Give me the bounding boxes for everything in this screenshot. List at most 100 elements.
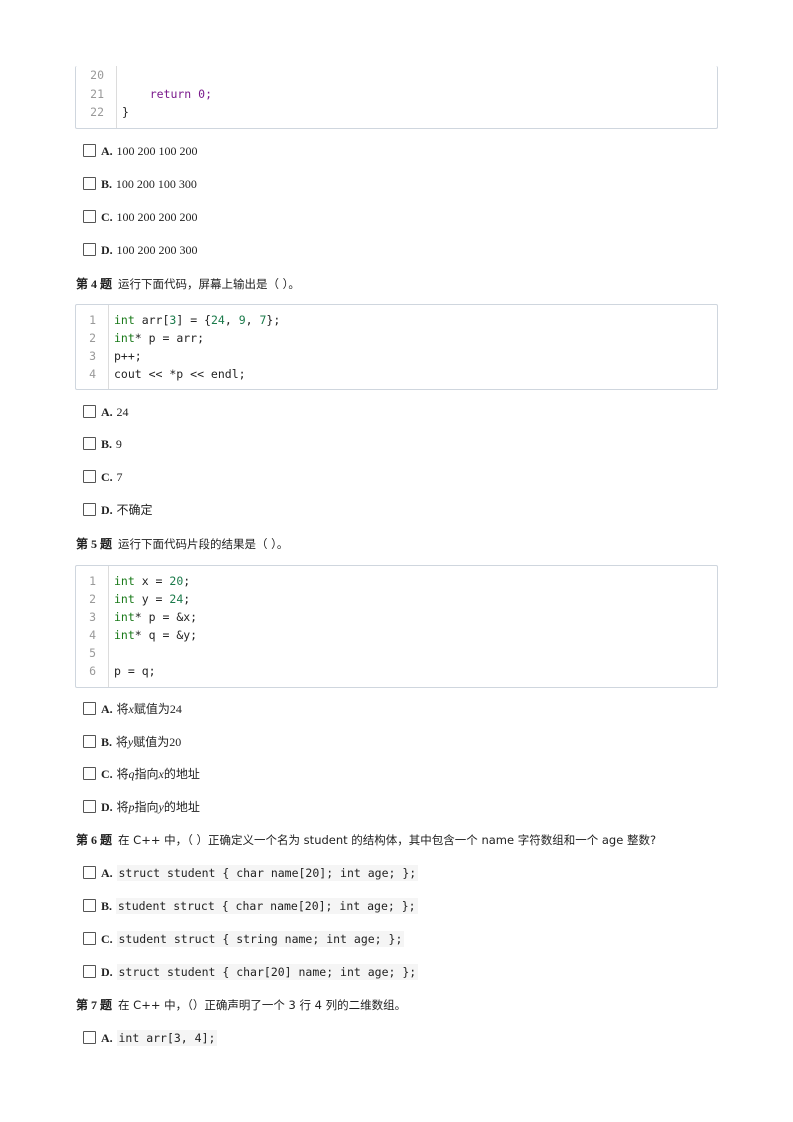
code-line: 20 (76, 66, 717, 84)
code-text: return 0; (122, 85, 212, 103)
option-label: C. (101, 767, 113, 781)
question-5: 第 5 题运行下面代码片段的结果是（ ）。 (76, 535, 288, 553)
option-q4-b[interactable]: B. 9 (83, 436, 122, 452)
option-label: C. (101, 470, 113, 484)
checkbox[interactable] (83, 767, 96, 780)
option-code: int arr[3, 4]; (116, 1030, 218, 1046)
option-label: B. (101, 177, 113, 191)
option-text: 7 (116, 470, 123, 484)
option-q4-d[interactable]: D. 不确定 (83, 502, 153, 518)
code-line: 4 int* q = &y; (76, 626, 717, 644)
checkbox[interactable] (83, 735, 96, 748)
checkbox[interactable] (83, 899, 96, 912)
code-line: 22 } (76, 103, 717, 121)
code-line: 1 int x = 20; (76, 572, 717, 590)
option-label: A. (101, 1031, 113, 1045)
code-line: 3 p++; (76, 347, 717, 365)
option-label: B. (101, 735, 113, 749)
option-q3-b[interactable]: B. 100 200 100 300 (83, 176, 197, 192)
option-q6-a[interactable]: A. struct student { char name[20]; int a… (83, 865, 419, 881)
option-q6-c[interactable]: C. student struct { string name; int age… (83, 931, 405, 947)
option-label: B. (101, 899, 113, 913)
code-line: 21 return 0; (76, 85, 717, 103)
line-number: 1 (89, 574, 96, 588)
option-text: 将q指向x的地址 (116, 767, 200, 781)
checkbox[interactable] (83, 800, 96, 813)
option-q4-c[interactable]: C. 7 (83, 469, 123, 485)
option-text: 9 (115, 437, 122, 451)
option-code: student struct { char name[20]; int age;… (115, 898, 418, 914)
question-6: 第 6 题在 C++ 中，（ ）正确定义一个名为 student 的结构体，其中… (76, 831, 656, 849)
code-line: 2 int y = 24; (76, 590, 717, 608)
code-text: int* p = arr; (114, 331, 205, 345)
line-number: 5 (89, 646, 96, 660)
line-number: 20 (90, 68, 104, 82)
code-line: 4 cout << *p << endl; (76, 365, 717, 383)
option-text: 100 200 100 300 (115, 177, 197, 191)
option-q5-b[interactable]: B. 将y赋值为20 (83, 734, 181, 750)
option-q4-a[interactable]: A. 24 (83, 404, 129, 420)
code-block-q4: 1 int arr[3] = {24, 9, 7}; 2 int* p = arr;… (75, 304, 718, 390)
question-4: 第 4 题运行下面代码，屏幕上输出是（ ）。 (76, 275, 300, 293)
checkbox[interactable] (83, 866, 96, 879)
checkbox[interactable] (83, 503, 96, 516)
option-label: C. (101, 932, 113, 946)
question-text: 在 C++ 中，（）正确声明了一个 3 行 4 列的二维数组。 (118, 998, 407, 1012)
question-number: 第 5 题 (76, 537, 113, 551)
checkbox[interactable] (83, 702, 96, 715)
code-line: 1 int arr[3] = {24, 9, 7}; (76, 311, 717, 329)
checkbox[interactable] (83, 470, 96, 483)
option-code: struct student { char name[20]; int age;… (116, 865, 419, 881)
code-text: cout << *p << endl; (114, 367, 246, 381)
question-text: 运行下面代码，屏幕上输出是（ ）。 (118, 277, 300, 291)
code-block-q3-tail: 20 21 return 0; 22 } (75, 66, 718, 129)
checkbox[interactable] (83, 932, 96, 945)
code-text-content: return 0; (122, 87, 213, 101)
option-text: 24 (116, 405, 129, 419)
checkbox[interactable] (83, 965, 96, 978)
code-text: p++; (114, 349, 142, 363)
question-number: 第 4 题 (76, 277, 113, 291)
option-q6-b[interactable]: B. student struct { char name[20]; int a… (83, 898, 418, 914)
option-q7-a[interactable]: A. int arr[3, 4]; (83, 1030, 218, 1046)
option-q6-d[interactable]: D. struct student { char[20] name; int a… (83, 964, 419, 980)
checkbox[interactable] (83, 243, 96, 256)
line-number: 3 (89, 349, 96, 363)
checkbox[interactable] (83, 405, 96, 418)
code-text: p = q; (114, 664, 156, 678)
code-block-q5: 1 int x = 20; 2 int y = 24; 3 int* p = &x; … (75, 565, 718, 688)
option-q3-c[interactable]: C. 100 200 200 200 (83, 209, 198, 225)
option-label: A. (101, 144, 113, 158)
option-q3-a[interactable]: A. 100 200 100 200 (83, 143, 198, 159)
question-number: 第 6 题 (76, 833, 113, 847)
option-text: 100 200 200 300 (116, 243, 198, 257)
question-7: 第 7 题在 C++ 中，（）正确声明了一个 3 行 4 列的二维数组。 (76, 996, 406, 1014)
question-text: 运行下面代码片段的结果是（ ）。 (118, 537, 289, 551)
option-label: D. (101, 503, 113, 517)
line-number: 2 (89, 331, 96, 345)
option-q5-d[interactable]: D. 将p指向y的地址 (83, 799, 200, 815)
checkbox[interactable] (83, 437, 96, 450)
option-code: student struct { string name; int age; }… (116, 931, 405, 947)
option-text: 100 200 200 200 (116, 210, 198, 224)
checkbox[interactable] (83, 210, 96, 223)
line-number: 4 (89, 367, 96, 381)
checkbox[interactable] (83, 1031, 96, 1044)
option-text: 将y赋值为20 (115, 735, 182, 749)
option-label: A. (101, 702, 113, 716)
option-q5-a[interactable]: A. 将x赋值为24 (83, 701, 182, 717)
checkbox[interactable] (83, 144, 96, 157)
checkbox[interactable] (83, 177, 96, 190)
line-number: 4 (89, 628, 96, 642)
option-text: 不确定 (116, 503, 153, 517)
code-text: } (122, 105, 129, 119)
code-line: 2 int* p = arr; (76, 329, 717, 347)
option-label: D. (101, 243, 113, 257)
line-number: 22 (90, 105, 104, 119)
option-q5-c[interactable]: C. 将q指向x的地址 (83, 766, 200, 782)
code-text: int x = 20; (114, 574, 191, 588)
code-line: 5 (76, 644, 717, 662)
option-label: D. (101, 965, 113, 979)
code-text: int arr[3] = {24, 9, 7}; (114, 313, 281, 327)
option-q3-d[interactable]: D. 100 200 200 300 (83, 242, 198, 258)
